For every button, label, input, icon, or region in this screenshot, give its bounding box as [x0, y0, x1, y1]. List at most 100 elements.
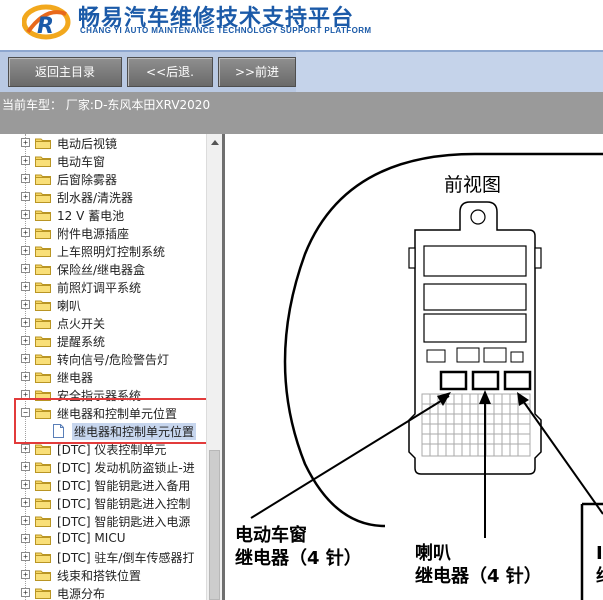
tree-folder-item[interactable]: + [DTC] 智能钥匙进入电源: [0, 512, 206, 530]
tree-item-label: [DTC] 智能钥匙进入备用: [57, 479, 191, 493]
home-button[interactable]: 返回主目录: [8, 57, 122, 87]
changyi-logo-icon: R: [22, 4, 71, 40]
folder-icon: [35, 462, 51, 473]
tree-folder-item[interactable]: + [DTC] 发动机防盗锁止-进: [0, 458, 206, 476]
right-relay-callout: I 继: [596, 542, 603, 588]
toolbar-filler: [296, 52, 603, 92]
folder-icon: [35, 588, 51, 599]
back-button[interactable]: <<后退.: [127, 57, 213, 87]
tree-item-label: 点火开关: [57, 317, 106, 331]
expand-icon[interactable]: +: [21, 192, 30, 201]
folder-icon: [35, 138, 51, 149]
expand-icon[interactable]: +: [21, 552, 30, 561]
expand-icon[interactable]: +: [21, 300, 30, 309]
tree-item-label: 电动后视镜: [57, 137, 118, 151]
window-relay-name: 电动车窗: [235, 525, 307, 546]
tree-item-label: 附件电源插座: [57, 227, 130, 241]
tree-folder-item[interactable]: + 继电器: [0, 368, 206, 386]
expand-icon[interactable]: +: [21, 570, 30, 579]
tree-folder-item[interactable]: + 转向信号/危险警告灯: [0, 350, 206, 368]
folder-icon: [35, 300, 51, 311]
svg-text:R: R: [37, 14, 54, 39]
expand-icon[interactable]: +: [21, 282, 30, 291]
tree-item-label: [DTC] 智能钥匙进入控制: [57, 497, 191, 511]
front-view-label: 前视图: [444, 174, 502, 196]
tree-folder-item[interactable]: + 刮水器/清洗器: [0, 188, 206, 206]
expand-icon[interactable]: +: [21, 138, 30, 147]
tree-folder-item[interactable]: + 喇叭: [0, 296, 206, 314]
tree-item-label: 上车照明灯控制系统: [57, 245, 166, 259]
expand-icon[interactable]: +: [21, 516, 30, 525]
tree-item-label: 电源分布: [57, 587, 106, 600]
expand-icon[interactable]: +: [21, 264, 30, 273]
tree-folder-item[interactable]: + 提醒系统: [0, 332, 206, 350]
expand-icon[interactable]: +: [21, 246, 30, 255]
tree-item-label: 提醒系统: [57, 335, 106, 349]
tree-folder-item[interactable]: + 点火开关: [0, 314, 206, 332]
tree-folder-item[interactable]: + 前照灯调平系统: [0, 278, 206, 296]
tree-folder-item[interactable]: +12 V 蓄电池: [0, 206, 206, 224]
tree-folder-item[interactable]: + 后窗除雾器: [0, 170, 206, 188]
folder-icon: [35, 444, 51, 455]
expand-icon[interactable]: +: [21, 354, 30, 363]
tree-item-label: 线束和搭铁位置: [57, 569, 142, 583]
tree-folder-item[interactable]: + [DTC] 智能钥匙进入控制: [0, 494, 206, 512]
tree-folder-item[interactable]: + [DTC] MICU: [0, 530, 206, 548]
folder-icon: [35, 534, 51, 545]
folder-icon: [35, 156, 51, 167]
folder-icon: [35, 552, 51, 563]
expand-icon[interactable]: +: [21, 444, 30, 453]
forward-button[interactable]: >>前进: [218, 57, 296, 87]
platform-subtitle: CHANG YI AUTO MAINTENANCE TECHNOLOGY SUP…: [80, 26, 372, 35]
vehicle-bar: 当前车型： 厂家:D-东风本田XRV2020: [0, 92, 603, 134]
expand-icon[interactable]: +: [21, 174, 30, 183]
folder-icon: [35, 282, 51, 293]
tree-folder-item[interactable]: + 线束和搭铁位置: [0, 566, 206, 584]
expand-icon[interactable]: +: [21, 210, 30, 219]
toolbar: 返回主目录 <<后退. >>前进: [0, 50, 603, 92]
expand-icon[interactable]: +: [21, 228, 30, 237]
window-relay-callout: 电动车窗 继电器（4 针）: [235, 524, 362, 570]
tree-item-label: 保险丝/继电器盒: [57, 263, 146, 277]
folder-icon: [35, 516, 51, 527]
scroll-thumb[interactable]: [209, 450, 220, 600]
expand-icon[interactable]: +: [21, 336, 30, 345]
folder-icon: [35, 570, 51, 581]
tree-folder-item[interactable]: + 电动后视镜: [0, 134, 206, 152]
folder-icon: [35, 228, 51, 239]
tree-item-label: 后窗除雾器: [57, 173, 118, 187]
expand-icon[interactable]: +: [21, 498, 30, 507]
window-relay-spec: 继电器（4 针）: [235, 548, 362, 569]
folder-icon: [35, 210, 51, 221]
folder-icon: [35, 336, 51, 347]
folder-icon: [35, 318, 51, 329]
right-relay-spec: 继: [596, 565, 603, 588]
tree-item-label: 继电器: [57, 371, 94, 385]
tree-folder-item[interactable]: + [DTC] 智能钥匙进入备用: [0, 476, 206, 494]
tree-folder-item[interactable]: + 电动车窗: [0, 152, 206, 170]
folder-icon: [35, 498, 51, 509]
tree-item-label: 喇叭: [57, 299, 82, 313]
expand-icon[interactable]: +: [21, 534, 30, 543]
tree-folder-item[interactable]: + 上车照明灯控制系统: [0, 242, 206, 260]
scroll-up-icon[interactable]: [211, 140, 219, 145]
right-relay-name: I: [596, 543, 603, 564]
folder-icon: [35, 192, 51, 203]
folder-icon: [35, 174, 51, 185]
navigation-tree: + 电动后视镜 + 电动车窗 + 后窗除雾器 + 刮水器/清洗器 +12 V 蓄电池 + 附件电源插…: [0, 134, 222, 600]
expand-icon[interactable]: +: [21, 156, 30, 165]
tree-item-label: 电动车窗: [57, 155, 106, 169]
tree-folder-item[interactable]: + 电源分布: [0, 584, 206, 600]
current-vehicle-text: 当前车型： 厂家:D-东风本田XRV2020: [2, 98, 211, 112]
expand-icon[interactable]: +: [21, 318, 30, 327]
tree-scrollbar[interactable]: [206, 134, 222, 600]
expand-icon[interactable]: +: [21, 588, 30, 597]
tree-folder-item[interactable]: + 附件电源插座: [0, 224, 206, 242]
tree-folder-item[interactable]: + 保险丝/继电器盒: [0, 260, 206, 278]
tree-folder-item[interactable]: + [DTC] 驻车/倒车传感器打: [0, 548, 206, 566]
expand-icon[interactable]: +: [21, 372, 30, 381]
expand-icon[interactable]: +: [21, 480, 30, 489]
expand-icon[interactable]: +: [21, 462, 30, 471]
tree-item-label: 前照灯调平系统: [57, 281, 142, 295]
header-banner: R 畅易汽车维修技术支持平台 CHANG YI AUTO MAINTENANCE…: [0, 0, 603, 50]
